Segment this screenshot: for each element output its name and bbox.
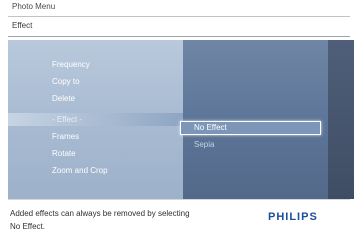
menu-selection-bar bbox=[8, 113, 183, 126]
menu-item-frequency[interactable]: Frequency bbox=[52, 60, 90, 69]
menu-panel: Frequency Copy to Delete - Effect - Fram… bbox=[8, 40, 354, 199]
help-text: Added effects can always be removed by s… bbox=[10, 207, 240, 233]
title-divider bbox=[8, 16, 350, 17]
menu-item-copy-to[interactable]: Copy to bbox=[52, 77, 80, 86]
menu-item-zoom-and-crop[interactable]: Zoom and Crop bbox=[52, 166, 108, 175]
menu-item-effect[interactable]: - Effect - bbox=[52, 115, 82, 124]
menu-title: Photo Menu bbox=[12, 2, 56, 11]
menu-item-frames[interactable]: Frames bbox=[52, 132, 79, 141]
header-bar: Photo Menu Effect bbox=[0, 0, 354, 40]
footer-divider bbox=[8, 199, 350, 200]
header-divider bbox=[8, 36, 350, 37]
submenu-option-no-effect[interactable]: No Effect bbox=[194, 123, 227, 132]
breadcrumb: Effect bbox=[12, 21, 33, 30]
philips-logo: PHILIPS bbox=[268, 211, 318, 223]
preview-column bbox=[328, 40, 354, 199]
help-text-line-2: No Effect. bbox=[10, 222, 45, 231]
menu-item-rotate[interactable]: Rotate bbox=[52, 149, 76, 158]
submenu-option-sepia[interactable]: Sepia bbox=[194, 140, 214, 149]
submenu-column bbox=[183, 40, 328, 199]
menu-item-delete[interactable]: Delete bbox=[52, 94, 75, 103]
help-text-line-1: Added effects can always be removed by s… bbox=[10, 209, 190, 218]
